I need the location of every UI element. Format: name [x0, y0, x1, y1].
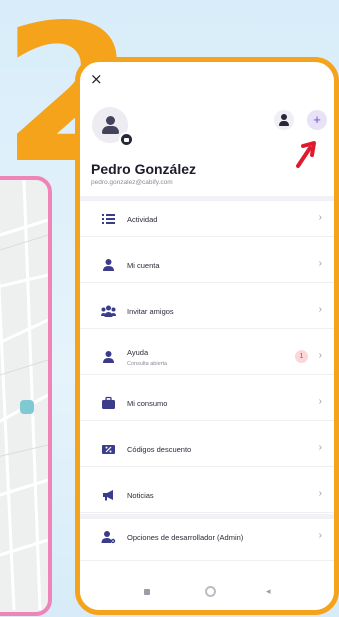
menu-item-label: Mi consumo — [127, 399, 168, 408]
system-nav-bar: ◂ — [80, 574, 334, 610]
list-icon — [102, 214, 115, 224]
profile-email: pedro.gonzalez@cabify.com — [91, 179, 173, 186]
person-gear-icon — [101, 531, 116, 544]
menu-item-mi-consumo[interactable]: Mi consumo › — [80, 385, 334, 421]
menu-item-label: Actividad — [127, 215, 158, 224]
menu-item-noticias[interactable]: Noticias › — [80, 477, 334, 513]
menu-item-label: Mi cuenta — [127, 261, 160, 270]
briefcase-icon — [102, 396, 115, 409]
menu-item-codigos-descuento[interactable]: Códigos descuento › — [80, 431, 334, 467]
menu-item-mi-cuenta[interactable]: Mi cuenta › — [80, 247, 334, 283]
ticket-icon — [102, 445, 115, 454]
chevron-right-icon: › — [318, 442, 322, 453]
close-icon[interactable]: × — [90, 70, 103, 88]
background: 2 × + Pedro González pedro.gonzalez@cabi… — [0, 0, 339, 617]
menu-item-opciones-desarrollador[interactable]: Opciones de desarrollador (Admin) › — [80, 519, 334, 561]
add-profile-button[interactable]: + — [307, 110, 327, 130]
chevron-right-icon: › — [318, 304, 322, 315]
menu-item-label: Noticias — [127, 491, 154, 500]
map-preview-card — [0, 176, 52, 616]
recents-icon[interactable] — [144, 589, 150, 595]
red-arrow-icon — [296, 141, 316, 168]
menu-item-sublabel: Consulta abierta — [127, 361, 168, 367]
menu-item-label: Opciones de desarrollador (Admin) — [127, 533, 244, 542]
group-icon — [101, 305, 116, 317]
map-marker-icon — [20, 400, 34, 414]
menu-item-label: Códigos descuento — [127, 445, 192, 454]
chevron-right-icon: › — [318, 350, 322, 361]
notification-badge: 1 — [295, 350, 308, 363]
phone-screen: × + Pedro González pedro.gonzalez@cabify… — [75, 57, 339, 615]
chevron-right-icon: › — [318, 488, 322, 499]
person-icon — [103, 259, 114, 271]
menu-item-invitar-amigos[interactable]: Invitar amigos › — [80, 293, 334, 329]
menu-item-actividad[interactable]: Actividad › — [80, 201, 334, 237]
camera-icon[interactable] — [119, 132, 134, 147]
menu-item-label: Invitar amigos — [127, 307, 174, 316]
chevron-right-icon: › — [318, 530, 322, 541]
chevron-right-icon: › — [318, 212, 322, 223]
back-icon[interactable]: ◂ — [266, 586, 271, 597]
profile-switch-avatar[interactable] — [274, 110, 294, 130]
chevron-right-icon: › — [318, 258, 322, 269]
profile-name: Pedro González — [91, 161, 197, 177]
menu-item-ayuda[interactable]: Ayuda Consulta abierta 1 › — [80, 339, 334, 375]
map-streets — [0, 180, 48, 611]
megaphone-icon — [103, 490, 113, 501]
chevron-right-icon: › — [318, 396, 322, 407]
help-person-icon — [103, 351, 114, 363]
home-icon[interactable] — [205, 586, 216, 597]
menu-item-label: Ayuda — [127, 348, 149, 357]
